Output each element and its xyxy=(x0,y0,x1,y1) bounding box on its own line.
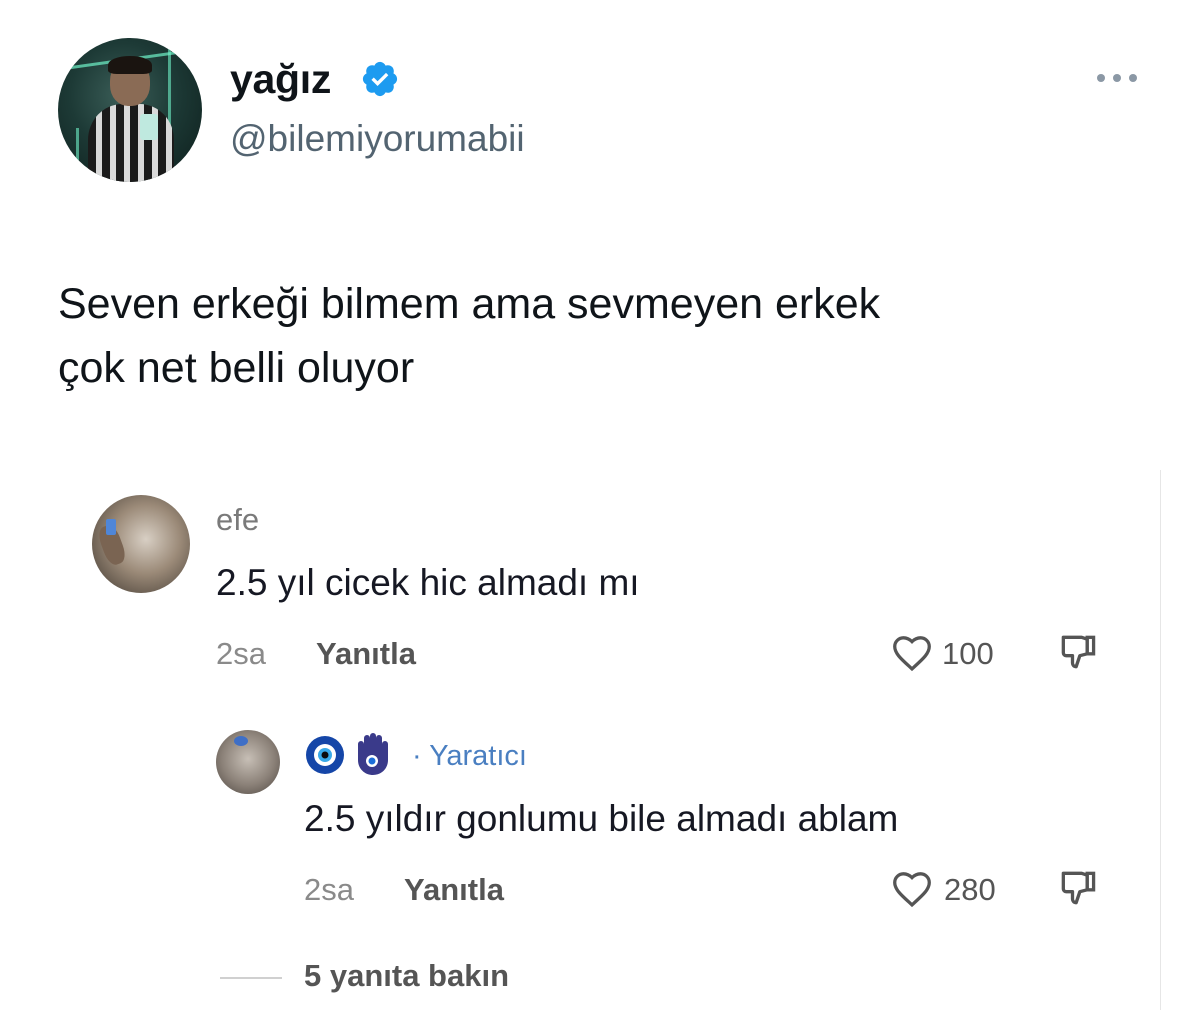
dislike-icon[interactable] xyxy=(1056,866,1100,910)
divider xyxy=(220,977,282,979)
commenter-avatar[interactable] xyxy=(92,495,190,593)
reply-button[interactable]: Yanıtla xyxy=(404,872,504,908)
author-display-name[interactable]: yağız xyxy=(230,56,331,103)
tweet-text: Seven erkeği bilmem ama sevmeyen erkek ç… xyxy=(58,272,1158,400)
reply-button[interactable]: Yanıtla xyxy=(316,636,416,672)
reply-text: 2.5 yıldır gonlumu bile almadı ablam xyxy=(304,798,899,839)
like-count: 280 xyxy=(944,872,996,907)
nazar-icon xyxy=(306,736,344,774)
comment-time: 2sa xyxy=(216,636,266,671)
comment-username[interactable]: efe xyxy=(216,502,259,538)
tweet-text-line: çok net belli oluyor xyxy=(58,344,415,392)
creator-badge: · Yaratıcı xyxy=(412,740,527,772)
hamsa-icon xyxy=(358,733,388,775)
author-handle[interactable]: @bilemiyorumabii xyxy=(230,118,525,160)
author-avatar[interactable] xyxy=(58,38,202,182)
tweet-text-line: Seven erkeği bilmem ama sevmeyen erkek xyxy=(58,280,881,328)
dislike-icon[interactable] xyxy=(1056,630,1100,674)
heart-icon[interactable] xyxy=(890,632,934,672)
comment-text: 2.5 yıl cicek hic almadı mı xyxy=(216,562,640,603)
verified-badge-icon xyxy=(362,61,398,97)
view-replies-button[interactable]: 5 yanıta bakın xyxy=(304,958,509,994)
reply-avatar[interactable] xyxy=(216,730,280,794)
heart-icon[interactable] xyxy=(890,868,934,908)
reply-time: 2sa xyxy=(304,872,354,907)
like-count: 100 xyxy=(942,636,994,671)
more-icon[interactable] xyxy=(1094,70,1140,86)
